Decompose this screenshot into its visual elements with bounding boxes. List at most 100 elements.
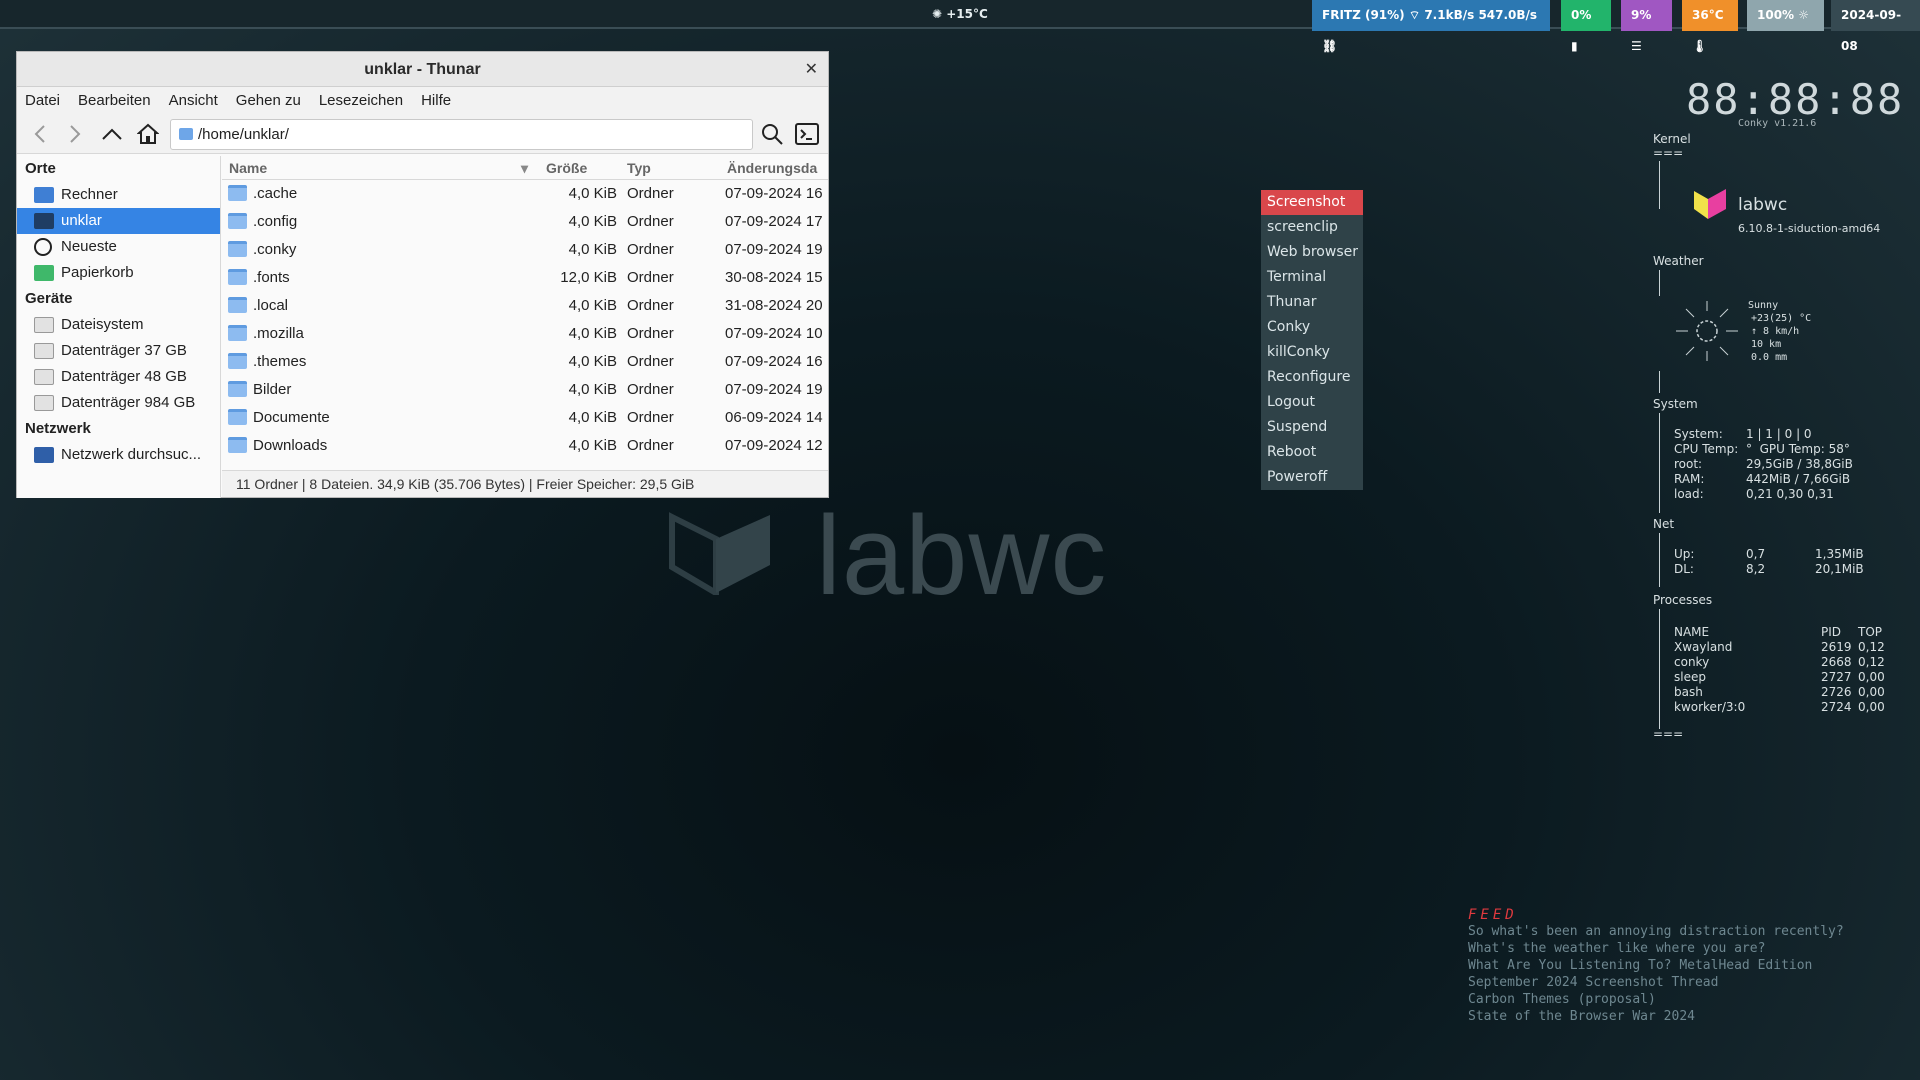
menu-gehen-zu[interactable]: Gehen zu (236, 92, 301, 109)
menu-item-screenshot[interactable]: Screenshot (1261, 190, 1363, 215)
feed-item[interactable]: So what's been an annoying distraction r… (1468, 924, 1844, 941)
brightness-widget[interactable]: 100% ☼ (1747, 0, 1824, 31)
folder-icon (228, 381, 247, 397)
file-date: 30-08-2024 15 (725, 269, 823, 286)
file-row[interactable]: Bilder 4,0 KiB Ordner 07-09-2024 19 (222, 376, 828, 404)
temp-value: 36°C (1692, 8, 1724, 22)
weather-widget[interactable]: ✺ +15°C (932, 7, 988, 21)
feed-title: FEED (1468, 907, 1518, 923)
file-row[interactable]: .conky 4,0 KiB Ordner 07-09-2024 19 (222, 236, 828, 264)
proc-top: 0,12 (1858, 655, 1885, 669)
menu-item-terminal[interactable]: Terminal (1261, 265, 1363, 290)
feed-item[interactable]: What's the weather like where you are? (1468, 941, 1844, 958)
sidebar-section-geraete: Geräte (25, 290, 73, 307)
labwc-logo-icon (669, 512, 770, 595)
menu-item-thunar[interactable]: Thunar (1261, 290, 1363, 315)
column-size[interactable]: Größe (546, 160, 587, 176)
menu-ansicht[interactable]: Ansicht (169, 92, 218, 109)
column-name[interactable]: Name (229, 160, 267, 176)
column-date[interactable]: Änderungsda (727, 160, 817, 176)
back-icon[interactable] (27, 122, 53, 146)
sidebar-item-neueste[interactable]: Neueste (17, 234, 220, 260)
file-row[interactable]: .config 4,0 KiB Ordner 07-09-2024 17 (222, 208, 828, 236)
sidebar-item-unklar[interactable]: unklar (17, 208, 220, 234)
up-icon[interactable] (99, 122, 125, 146)
menu-item-screenclip[interactable]: screenclip (1261, 215, 1363, 240)
file-type: Ordner (627, 297, 674, 314)
sort-desc-icon[interactable]: ▾ (521, 160, 528, 177)
date-widget[interactable]: 2024-09-08 (1831, 0, 1920, 53)
battery-icon: ▮ (1571, 39, 1578, 53)
link-icon: ⛓ (1322, 39, 1338, 53)
menu-item-poweroff[interactable]: Poweroff (1261, 465, 1363, 490)
sun-icon: ✺ (932, 7, 943, 21)
battery-widget[interactable]: 0% ▮ (1561, 0, 1611, 53)
sidebar-item-drive-984[interactable]: Datenträger 984 GB (17, 390, 220, 416)
sidebar-item-network[interactable]: Netzwerk durchsuc... (17, 442, 220, 468)
cpu-value: 9% (1631, 8, 1652, 22)
sidebar-item-dateisystem[interactable]: Dateisystem (17, 312, 220, 338)
feed-item[interactable]: Carbon Themes (proposal) (1468, 992, 1844, 1009)
system-value: ° GPU Temp: 58° (1746, 442, 1850, 456)
file-row[interactable]: .mozilla 4,0 KiB Ordner 07-09-2024 10 (222, 320, 828, 348)
network-widget[interactable]: FRITZ (91%) ⌔ 7.1kB/s 547.0B/s ⛓ (1312, 0, 1550, 53)
menu-datei[interactable]: Datei (25, 92, 60, 109)
weather-temp: +23(25) °C (1751, 313, 1812, 324)
system-key: root: (1674, 457, 1703, 471)
status-bar: 11 Ordner | 8 Dateien. 34,9 KiB (35.706 … (222, 470, 828, 497)
file-size: 4,0 KiB (568, 297, 617, 314)
file-row[interactable]: .cache 4,0 KiB Ordner 07-09-2024 16 (222, 180, 828, 208)
folder-icon (228, 437, 247, 453)
file-row[interactable]: .local 4,0 KiB Ordner 31-08-2024 20 (222, 292, 828, 320)
menu-lesezeichen[interactable]: Lesezeichen (319, 92, 403, 109)
sidebar-item-papierkorb[interactable]: Papierkorb (17, 260, 220, 286)
menu-item-reconfigure[interactable]: Reconfigure (1261, 365, 1363, 390)
search-icon[interactable] (759, 122, 785, 146)
sidebar-item-rechner[interactable]: Rechner (17, 182, 220, 208)
column-type[interactable]: Typ (627, 160, 651, 176)
home-icon[interactable] (135, 122, 161, 146)
sidebar-item-drive-37[interactable]: Datenträger 37 GB (17, 338, 220, 364)
file-type: Ordner (627, 269, 674, 286)
system-key: load: (1674, 487, 1704, 501)
file-row[interactable]: .themes 4,0 KiB Ordner 07-09-2024 16 (222, 348, 828, 376)
network-icon (34, 447, 54, 463)
menu-item-killconky[interactable]: killConky (1261, 340, 1363, 365)
labwc-logo-icon (1694, 189, 1726, 219)
file-size: 4,0 KiB (568, 409, 617, 426)
proc-head-pid: PID (1821, 625, 1842, 639)
net-total: 1,35MiB (1815, 547, 1864, 561)
menu-item-conky[interactable]: Conky (1261, 315, 1363, 340)
forward-icon[interactable] (62, 122, 88, 146)
feed-item[interactable]: What Are You Listening To? MetalHead Edi… (1468, 958, 1844, 975)
file-row[interactable]: Downloads 4,0 KiB Ordner 07-09-2024 12 (222, 432, 828, 460)
menu-item-suspend[interactable]: Suspend (1261, 415, 1363, 440)
sidebar-item-label: Neueste (61, 238, 117, 255)
cpu-widget[interactable]: 9% ☰ (1621, 0, 1672, 53)
feed-item[interactable]: September 2024 Screenshot Thread (1468, 975, 1844, 992)
close-icon[interactable]: ✕ (805, 59, 818, 79)
file-name: Downloads (253, 437, 328, 454)
folder-icon (228, 297, 247, 313)
sidebar-item-drive-48[interactable]: Datenträger 48 GB (17, 364, 220, 390)
menu-bearbeiten[interactable]: Bearbeiten (78, 92, 151, 109)
menu-item-logout[interactable]: Logout (1261, 390, 1363, 415)
temperature-widget[interactable]: 36°C 🌡 (1682, 0, 1738, 53)
feed-item[interactable]: State of the Browser War 2024 (1468, 1009, 1844, 1026)
menu-hilfe[interactable]: Hilfe (421, 92, 451, 109)
menu-item-web-browser[interactable]: Web browser (1261, 240, 1363, 265)
file-row[interactable]: Documente 4,0 KiB Ordner 06-09-2024 14 (222, 404, 828, 432)
terminal-icon[interactable] (794, 122, 820, 146)
file-row[interactable]: .fonts 12,0 KiB Ordner 30-08-2024 15 (222, 264, 828, 292)
file-date: 07-09-2024 19 (725, 381, 823, 398)
sidebar-item-label: Netzwerk durchsuc... (61, 446, 202, 463)
net-key: DL: (1674, 562, 1694, 576)
folder-icon (228, 269, 247, 285)
home-icon (34, 213, 54, 229)
kernel-version: 6.10.8-1-siduction-amd64 (1738, 222, 1881, 235)
location-bar[interactable]: /home/unklar/ (170, 119, 753, 150)
menu-item-reboot[interactable]: Reboot (1261, 440, 1363, 465)
system-value: 29,5GiB / 38,8GiB (1746, 457, 1853, 471)
proc-pid: 2668 (1821, 655, 1852, 669)
window-titlebar[interactable]: unklar - Thunar ✕ (17, 52, 828, 87)
